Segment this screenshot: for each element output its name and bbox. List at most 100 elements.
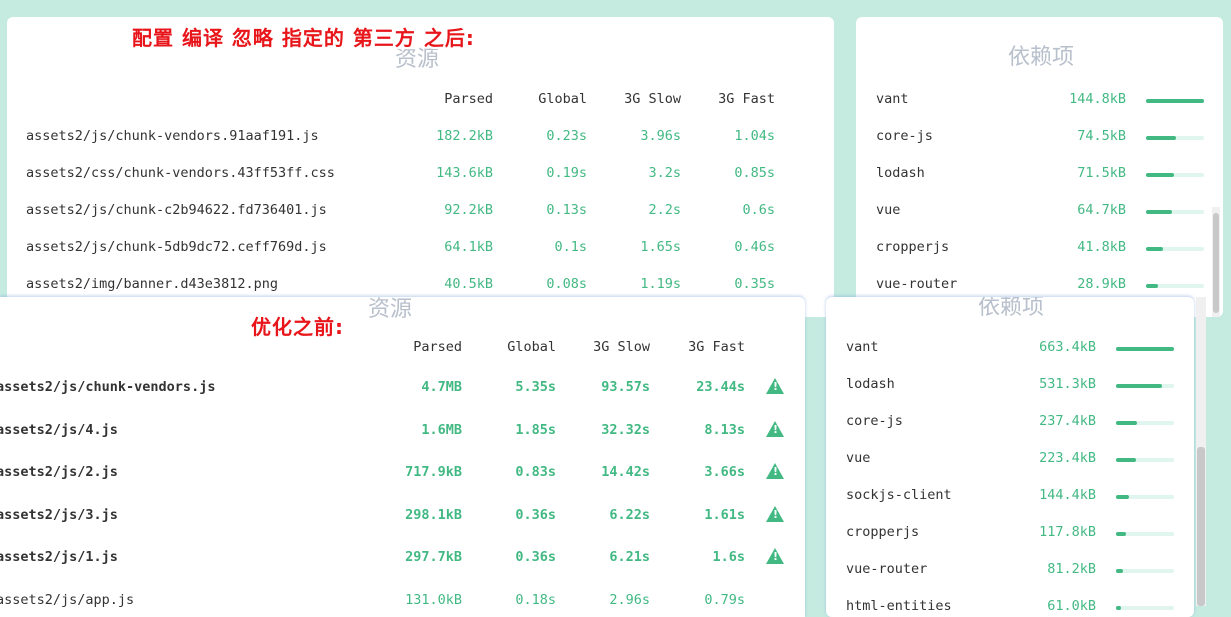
dependency-size: 81.2kB <box>1047 561 1096 577</box>
dependency-size: 71.5kB <box>1077 165 1126 181</box>
after-deps-title: 依赖项 <box>1007 45 1074 70</box>
asset-parsed: 297.7kB <box>405 549 462 565</box>
dependency-bar-fill <box>1146 247 1163 251</box>
asset-global: 0.18s <box>515 591 556 608</box>
dependency-bar-fill <box>1146 99 1204 103</box>
asset-slow: 6.21s <box>609 549 650 565</box>
dependency-name: vue-router <box>876 276 958 292</box>
annotation-before: 优化之前: <box>251 315 344 339</box>
dependency-bar-fill <box>1116 458 1136 462</box>
dependency-size: 64.7kB <box>1077 202 1126 218</box>
dependency-size: 223.4kB <box>1039 450 1096 466</box>
dependency-size: 41.8kB <box>1077 239 1126 255</box>
asset-parsed: 92.2kB <box>444 202 493 218</box>
column-header: Global <box>538 91 587 107</box>
asset-slow: 32.32s <box>601 421 650 438</box>
asset-slow: 3.96s <box>640 128 681 144</box>
warning-triangle-icon: ! <box>766 420 784 437</box>
dependency-bar <box>1146 173 1204 177</box>
dependency-bar <box>1146 136 1204 140</box>
after-deps-scroll-thumb[interactable] <box>1213 213 1219 313</box>
asset-global: 0.36s <box>515 549 556 565</box>
asset-global: 1.85s <box>515 421 556 438</box>
asset-global: 0.13s <box>546 202 587 218</box>
asset-name: assets2/js/chunk-vendors.91aaf191.js <box>26 128 319 144</box>
dependency-bar-fill <box>1146 284 1158 288</box>
dependency-bar-fill <box>1146 136 1176 140</box>
asset-name: assets2/js/app.js <box>0 591 135 608</box>
column-header: Global <box>507 339 556 355</box>
dependency-bar <box>1116 495 1174 499</box>
dependency-name: vue <box>846 450 871 466</box>
dependency-bar <box>1116 569 1174 573</box>
asset-fast: 0.6s <box>742 202 775 218</box>
asset-fast: 1.61s <box>704 506 745 523</box>
before-deps-title: 依赖项 <box>977 297 1044 320</box>
dependency-size: 237.4kB <box>1039 413 1096 429</box>
asset-slow: 93.57s <box>601 379 650 395</box>
asset-global: 0.1s <box>554 239 587 255</box>
dependency-name: html-entities <box>846 598 952 614</box>
asset-name: assets2/img/banner.d43e3812.png <box>26 276 278 292</box>
dependency-size: 531.3kB <box>1039 376 1096 392</box>
dependency-bar <box>1116 532 1174 536</box>
dependency-bar-fill <box>1116 569 1123 573</box>
dependency-size: 74.5kB <box>1077 128 1126 144</box>
asset-parsed: 4.7MB <box>421 379 462 395</box>
dependency-bar <box>1116 347 1174 351</box>
dependency-name: vue <box>876 202 901 218</box>
dependency-bar <box>1146 210 1204 214</box>
asset-parsed: 1.6MB <box>421 421 462 438</box>
asset-fast: 0.46s <box>734 239 775 255</box>
asset-parsed: 143.6kB <box>436 165 493 181</box>
dependency-bar-fill <box>1116 347 1174 351</box>
dependency-size: 61.0kB <box>1047 598 1096 614</box>
asset-fast: 0.35s <box>734 276 775 292</box>
asset-name: assets2/js/chunk-c2b94622.fd736401.js <box>26 202 327 218</box>
asset-name: assets2/js/1.js <box>0 549 118 565</box>
dependency-bar <box>1116 606 1174 610</box>
dependency-name: lodash <box>876 165 925 181</box>
before-deps-scrollbar[interactable] <box>1196 297 1206 606</box>
asset-slow: 1.65s <box>640 239 681 255</box>
asset-name: assets2/js/3.js <box>0 506 118 523</box>
asset-name: assets2/js/4.js <box>0 421 118 438</box>
dependency-name: core-js <box>846 413 903 429</box>
asset-name: assets2/js/chunk-5db9dc72.ceff769d.js <box>26 239 327 255</box>
dependency-name: vant <box>876 91 909 107</box>
asset-parsed: 717.9kB <box>405 464 462 480</box>
dependency-name: lodash <box>846 376 895 392</box>
asset-global: 0.36s <box>515 506 556 523</box>
dependency-name: cropperjs <box>876 239 950 255</box>
asset-fast: 8.13s <box>704 421 745 438</box>
warning-triangle-icon: ! <box>766 463 784 479</box>
column-header: Parsed <box>444 91 493 107</box>
asset-global: 0.23s <box>546 128 587 144</box>
before-resources-title: 资源 <box>367 297 412 322</box>
after-deps-scrollbar[interactable] <box>1212 207 1220 317</box>
dependency-size: 117.8kB <box>1039 524 1096 540</box>
asset-slow: 1.19s <box>640 276 681 292</box>
column-header: 3G Fast <box>718 91 775 107</box>
dependency-bar-fill <box>1146 173 1175 177</box>
asset-parsed: 64.1kB <box>444 239 493 255</box>
dependency-name: cropperjs <box>846 524 920 540</box>
before-deps-scroll-thumb[interactable] <box>1197 447 1205 606</box>
dependency-name: sockjs-client <box>846 487 952 503</box>
asset-name: assets2/css/chunk-vendors.43ff53ff.css <box>26 165 335 181</box>
dependency-bar-fill <box>1116 532 1127 536</box>
asset-fast: 0.85s <box>734 165 775 181</box>
dependency-bar <box>1146 247 1204 251</box>
dependency-name: core-js <box>876 128 933 144</box>
dependency-bar-fill <box>1116 606 1122 610</box>
asset-name: assets2/js/2.js <box>0 464 118 480</box>
asset-parsed: 131.0kB <box>405 591 462 608</box>
dependency-size: 663.4kB <box>1039 339 1096 355</box>
dependency-bar <box>1116 384 1174 388</box>
column-header: 3G Slow <box>593 339 650 355</box>
dependency-bar-fill <box>1116 384 1163 388</box>
asset-global: 5.35s <box>515 379 556 395</box>
dependency-bar <box>1116 421 1174 425</box>
dependency-bar <box>1146 99 1204 103</box>
asset-fast: 0.79s <box>704 591 745 608</box>
